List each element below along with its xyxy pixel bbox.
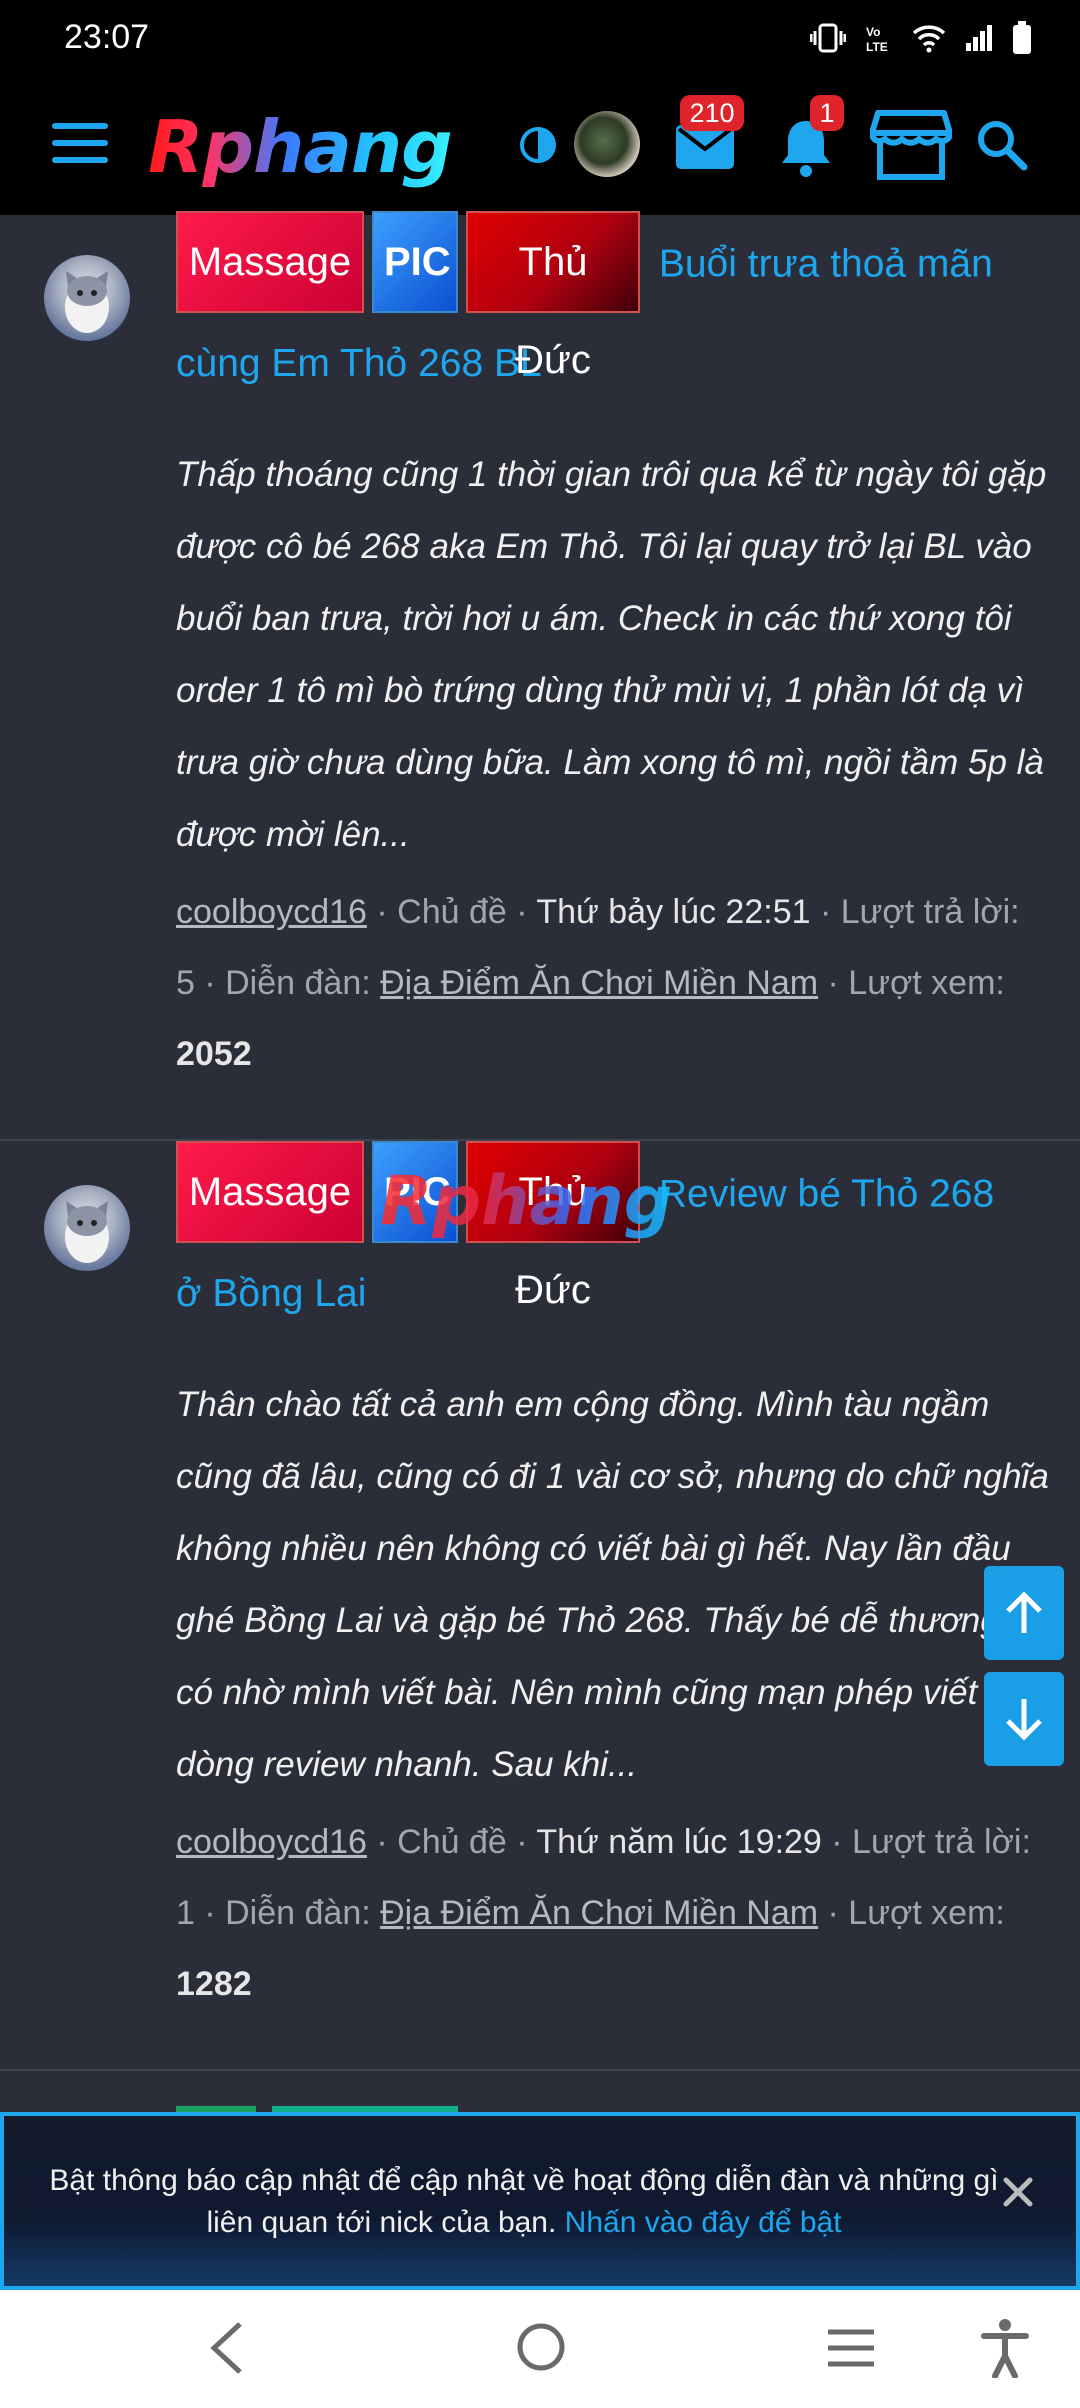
thread-date: Thứ bảy lúc 22:51 [536, 893, 811, 931]
author-avatar[interactable] [44, 255, 130, 341]
view-count: 2052 [176, 1035, 252, 1073]
scroll-bottom-button[interactable] [984, 1672, 1064, 1766]
author-link[interactable]: coolboycd16 [176, 1823, 367, 1861]
meta-views-label: · Lượt xem: [818, 964, 1005, 1002]
enable-notifications-link[interactable]: Nhấn vào đây để bật [565, 2206, 842, 2239]
nav-home-icon[interactable] [516, 2322, 566, 2372]
system-nav-bar [0, 2290, 1080, 2408]
author-avatar[interactable] [44, 1185, 130, 1271]
notice-text: Bật thông báo cập nhật để cập nhật về ho… [44, 2160, 1004, 2244]
thread-date: Thứ năm lúc 19:29 [536, 1823, 822, 1861]
svg-text:Vo: Vo [866, 25, 880, 39]
nav-back-icon[interactable] [204, 2320, 252, 2376]
site-logo[interactable]: Rphang [148, 105, 453, 189]
tag-massage[interactable]: Massage [176, 1141, 364, 1243]
forum-link[interactable]: Địa Điểm Ăn Chơi Miền Nam [380, 964, 818, 1002]
signal-icon [964, 23, 994, 53]
svg-text:LTE: LTE [866, 40, 888, 53]
thread-title[interactable]: Massage PIC Thủ Đức Buổi trưa thoả mãn cùn… [176, 211, 1036, 411]
accessibility-icon[interactable] [980, 2318, 1030, 2378]
push-notice-banner: Bật thông báo cập nhật để cập nhật về ho… [0, 2112, 1080, 2290]
forum-link[interactable]: Địa Điểm Ăn Chơi Miền Nam [380, 1894, 818, 1932]
close-icon[interactable] [1000, 2174, 1036, 2210]
thread-meta: coolboycd16 · Chủ đề · Thứ năm lúc 19:29… [176, 1807, 1036, 2020]
status-time: 23:07 [64, 18, 150, 56]
notice-message: Bật thông báo cập nhật để cập nhật về ho… [49, 2164, 999, 2239]
thread-meta: coolboycd16 · Chủ đề · Thứ bảy lúc 22:51… [176, 877, 1036, 1090]
thread-title-text-line2[interactable]: ở Bồng Lai [176, 1247, 1036, 1341]
thread-title-text-line2[interactable]: cùng Em Thỏ 268 BL [176, 317, 1036, 411]
view-count: 1282 [176, 1965, 252, 2003]
hamburger-menu-icon[interactable] [52, 123, 108, 167]
user-avatar[interactable] [574, 111, 640, 177]
volte-icon: Vo LTE [864, 23, 894, 53]
tag-thu-duc[interactable]: Thủ Đức [466, 211, 640, 382]
scroll-top-button[interactable] [984, 1566, 1064, 1660]
arrow-down-icon [1006, 1699, 1042, 1741]
search-icon[interactable] [976, 119, 1028, 171]
nav-recent-icon[interactable] [826, 2328, 876, 2368]
thread-title-text[interactable]: Review bé Thỏ 268 [659, 1172, 994, 1215]
status-bar: 23:07 Vo LTE [0, 0, 1080, 75]
notification-badge: 1 [810, 95, 844, 131]
battery-icon [1012, 20, 1032, 55]
thread-title-text[interactable]: Buổi trưa thoả mãn [659, 242, 993, 285]
theme-toggle-icon[interactable] [518, 125, 558, 165]
wifi-icon [912, 23, 946, 53]
arrow-up-icon [1006, 1591, 1042, 1633]
status-icons: Vo LTE [810, 20, 1032, 55]
top-app-bar: Rphang 210 1 [0, 75, 1080, 215]
thread-divider [0, 2069, 1080, 2071]
vibrate-icon [810, 23, 846, 53]
mail-icon[interactable] [676, 125, 734, 169]
thread-excerpt: Thấp thoáng cũng 1 thời gian trôi qua kể… [176, 455, 1047, 854]
meta-type: · Chủ đề · [366, 893, 537, 931]
mail-badge: 210 [680, 95, 744, 131]
tag-massage[interactable]: Massage [176, 211, 364, 313]
watermark-logo: Rphang [380, 1162, 673, 1241]
meta-type: · Chủ đề · [366, 1823, 537, 1861]
thread-excerpt: Thân chào tất cả anh em cộng đồng. Mình … [176, 1385, 1049, 1784]
meta-views-label: · Lượt xem: [818, 1894, 1005, 1932]
store-icon[interactable] [870, 109, 952, 181]
author-link[interactable]: coolboycd16 [176, 893, 367, 931]
tag-pic[interactable]: PIC [372, 211, 458, 313]
